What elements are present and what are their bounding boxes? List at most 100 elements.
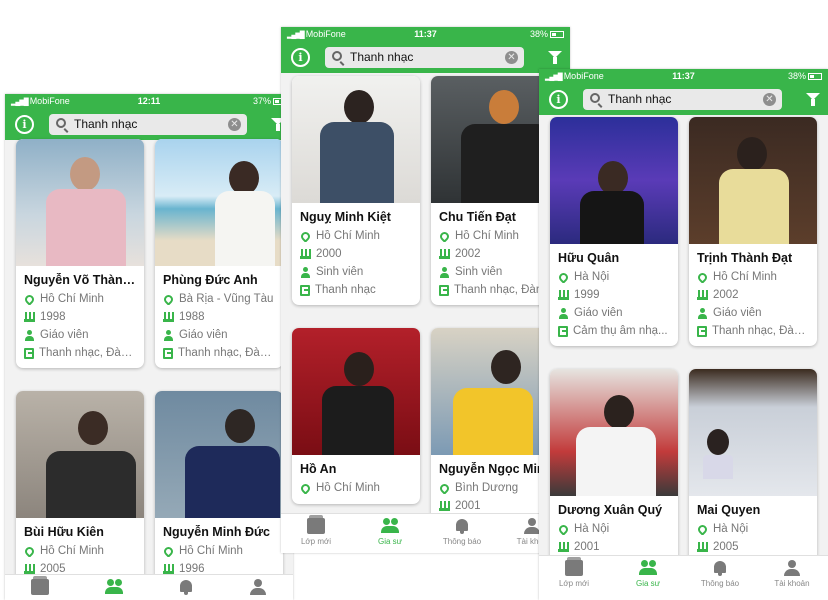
status-bar: ▂▄▆█ MobiFone 11:37 38% bbox=[281, 27, 570, 43]
tab-tutors[interactable] bbox=[99, 575, 129, 598]
battery-icon bbox=[550, 31, 564, 39]
tutor-occupation: Sinh viên bbox=[455, 266, 503, 278]
map-pin-icon bbox=[557, 523, 570, 535]
bell-icon bbox=[711, 560, 729, 576]
tutor-name: Trịnh Thành Đạt bbox=[697, 251, 793, 265]
filter-icon[interactable] bbox=[806, 93, 820, 106]
info-icon[interactable]: i bbox=[291, 48, 310, 67]
tutor-occupation: Giáo viên bbox=[40, 329, 89, 341]
person-icon bbox=[558, 307, 569, 319]
tutor-card[interactable]: Mai Quyen Hà Nội 2005 bbox=[689, 369, 817, 565]
tutor-card[interactable]: Phùng Đức Anh Bà Rịa - Vũng Tàu 1988 Giá… bbox=[155, 139, 283, 368]
tutor-photo bbox=[155, 391, 283, 518]
tutor-card[interactable]: Nguyễn Minh Đức Hồ Chí Minh 1996 bbox=[155, 391, 283, 587]
birthday-cake-icon bbox=[163, 564, 174, 574]
map-pin-icon bbox=[23, 293, 36, 305]
clear-icon[interactable]: ✕ bbox=[505, 51, 518, 64]
box-icon bbox=[31, 576, 49, 595]
search-icon bbox=[332, 51, 342, 61]
tutor-birth-year: 1998 bbox=[40, 311, 66, 323]
tutor-name: Mai Quyen bbox=[697, 503, 761, 517]
tutor-location: Hồ Chí Minh bbox=[179, 545, 243, 557]
birthday-cake-icon bbox=[697, 542, 708, 552]
tutor-card[interactable]: Nguyễn Võ Thành... Hồ Chí Minh 1998 Giáo… bbox=[16, 139, 144, 368]
birthday-cake-icon bbox=[558, 290, 569, 300]
box-icon bbox=[307, 515, 325, 534]
birthday-cake-icon bbox=[697, 290, 708, 300]
tutor-name: Hồ An bbox=[300, 462, 337, 476]
tutor-name: Nguỵ Minh Kiệt bbox=[300, 210, 391, 224]
tab-label: Lớp mới bbox=[558, 579, 590, 588]
tab-new-classes[interactable]: Lớp mới bbox=[293, 514, 339, 546]
search-input[interactable]: Thanh nhạc ✕ bbox=[325, 47, 524, 68]
tab-notifications[interactable] bbox=[171, 575, 201, 598]
search-input[interactable]: Thanh nhạc ✕ bbox=[49, 114, 247, 135]
tutor-card[interactable]: Hồ An Hồ Chí Minh bbox=[292, 328, 420, 504]
tab-label: Gia sư bbox=[635, 579, 661, 588]
tab-new-classes[interactable] bbox=[25, 575, 55, 598]
tutor-occupation: Giáo viên bbox=[713, 307, 762, 319]
tutor-birth-year: 2005 bbox=[713, 541, 739, 553]
status-bar: ▂▄▆█ MobiFone 11:37 38% bbox=[539, 69, 828, 85]
tab-account[interactable]: Tài khoản bbox=[767, 556, 817, 588]
birthday-cake-icon bbox=[439, 501, 450, 511]
tutor-photo bbox=[16, 391, 144, 518]
tutor-birth-year: 2000 bbox=[316, 248, 342, 260]
tutor-birth-year: 2001 bbox=[574, 541, 600, 553]
tutor-subjects: Cảm thụ âm nhạ... bbox=[573, 325, 668, 337]
tutor-location: Bà Rịa - Vũng Tàu bbox=[179, 293, 274, 305]
tab-tutors[interactable]: Gia sư bbox=[367, 514, 413, 546]
tutor-card[interactable]: Trịnh Thành Đạt Hồ Chí Minh 2002 Giáo vi… bbox=[689, 117, 817, 346]
account-icon bbox=[249, 579, 267, 595]
tutor-location: Hồ Chí Minh bbox=[40, 293, 104, 305]
birthday-cake-icon bbox=[300, 249, 311, 259]
bottom-tab-bar bbox=[5, 574, 293, 600]
tab-new-classes[interactable]: Lớp mới bbox=[551, 556, 597, 588]
tutor-card[interactable]: Bùi Hữu Kiên Hồ Chí Minh 2005 bbox=[16, 391, 144, 587]
birthday-cake-icon bbox=[163, 312, 174, 322]
tab-notifications[interactable]: Thông báo bbox=[697, 556, 743, 588]
tutor-photo bbox=[689, 117, 817, 244]
tutor-location: Hồ Chí Minh bbox=[316, 482, 380, 494]
info-icon[interactable]: i bbox=[549, 90, 568, 109]
tutor-photo bbox=[155, 139, 283, 266]
tutor-location: Hà Nội bbox=[574, 523, 610, 535]
tab-label: Tài khoản bbox=[774, 579, 810, 588]
book-icon bbox=[697, 325, 707, 337]
tutor-card[interactable]: Hữu Quân Hà Nội 1999 Giáo viên Cảm thụ â… bbox=[550, 117, 678, 346]
clear-icon[interactable]: ✕ bbox=[228, 118, 241, 131]
users-icon bbox=[105, 579, 123, 595]
battery-percent: 38% bbox=[787, 71, 806, 81]
birthday-cake-icon bbox=[558, 542, 569, 552]
tab-label: Thông báo bbox=[442, 537, 482, 546]
app-bar: i Thanh nhạc ✕ bbox=[539, 85, 828, 115]
tutor-name: Nguyễn Minh Đức bbox=[163, 525, 270, 539]
account-icon bbox=[783, 560, 801, 576]
map-pin-icon bbox=[438, 482, 451, 494]
tab-label: Lớp mới bbox=[300, 537, 332, 546]
tab-tutors[interactable]: Gia sư bbox=[625, 556, 671, 588]
filter-icon[interactable] bbox=[548, 51, 562, 64]
person-icon bbox=[24, 329, 35, 341]
battery-percent: 37% bbox=[252, 96, 271, 106]
clear-icon[interactable]: ✕ bbox=[763, 93, 776, 106]
tab-account[interactable] bbox=[243, 575, 273, 598]
tutor-photo bbox=[292, 328, 420, 455]
tutor-card[interactable]: Nguỵ Minh Kiệt Hồ Chí Minh 2000 Sinh viê… bbox=[292, 76, 420, 305]
book-icon bbox=[439, 284, 449, 296]
birthday-cake-icon bbox=[439, 249, 450, 259]
search-input[interactable]: Thanh nhạc ✕ bbox=[583, 89, 782, 110]
tutor-name: Dương Xuân Quý bbox=[558, 503, 663, 517]
bottom-tab-bar: Lớp mới Gia sư Thông báo Tài khoản bbox=[539, 555, 828, 600]
app-bar: i Thanh nhạc ✕ bbox=[5, 110, 293, 140]
map-pin-icon bbox=[438, 230, 451, 242]
app-bar: i Thanh nhạc ✕ bbox=[281, 43, 570, 73]
map-pin-icon bbox=[162, 545, 175, 557]
info-icon[interactable]: i bbox=[15, 115, 34, 134]
search-icon bbox=[590, 93, 600, 103]
tutor-card[interactable]: Dương Xuân Quý Hà Nội 2001 bbox=[550, 369, 678, 565]
tutor-location: Hồ Chí Minh bbox=[40, 545, 104, 557]
person-icon bbox=[439, 266, 450, 278]
tutor-photo bbox=[689, 369, 817, 496]
tab-notifications[interactable]: Thông báo bbox=[439, 514, 485, 546]
